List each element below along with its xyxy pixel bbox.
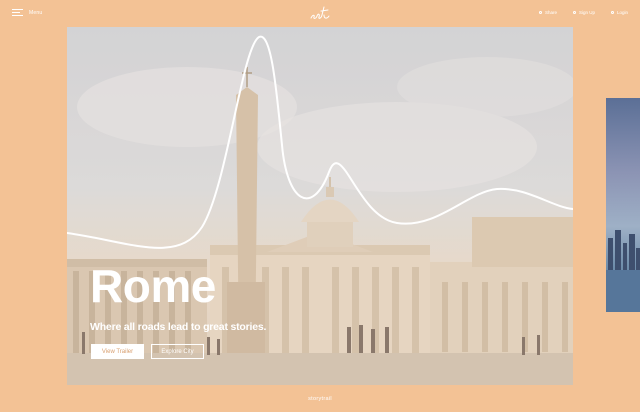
- user-icon: [572, 11, 576, 14]
- share-link[interactable]: Share: [538, 10, 557, 15]
- city-title: Rome: [90, 260, 216, 312]
- skyline-photo: [606, 230, 640, 312]
- login-link[interactable]: Login: [610, 10, 628, 15]
- sign-up-label: Sign Up: [578, 10, 595, 15]
- storytrail-logo[interactable]: [309, 4, 331, 22]
- footer-brand: storytrail: [308, 396, 332, 402]
- menu-button[interactable]: Menu: [12, 9, 42, 17]
- share-icon: [538, 11, 542, 14]
- header-nav: Share Sign Up Login: [538, 10, 628, 15]
- menu-label: Menu: [29, 10, 43, 16]
- login-label: Login: [616, 10, 628, 15]
- hamburger-icon: [12, 9, 23, 17]
- next-city-preview[interactable]: [606, 98, 640, 312]
- city-tagline: Where all roads lead to great stories.: [90, 321, 267, 333]
- share-label: Share: [544, 10, 557, 15]
- view-trailer-button[interactable]: View Trailer: [91, 344, 144, 359]
- explore-city-button[interactable]: Explore City: [151, 344, 204, 359]
- city-hero-card[interactable]: Rome Where all roads lead to great stori…: [67, 27, 573, 385]
- sign-up-link[interactable]: Sign Up: [572, 10, 595, 15]
- top-bar: Menu Share Sign Up Login: [0, 0, 640, 28]
- login-icon: [610, 11, 614, 14]
